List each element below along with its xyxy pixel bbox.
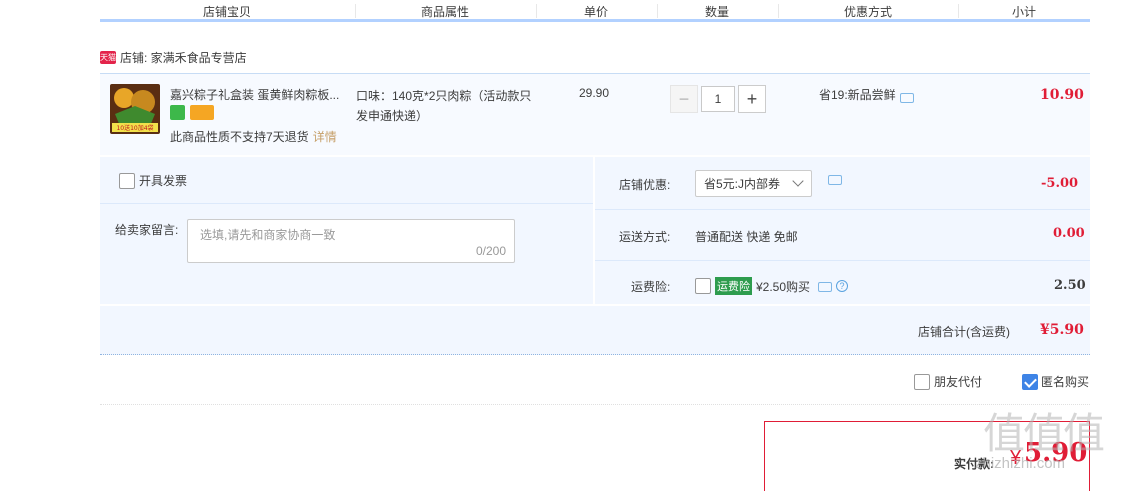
- svg-text:10送10加4袋: 10送10加4袋: [116, 124, 153, 132]
- insurance-option[interactable]: 运费险 ¥2.50购买 ?: [695, 277, 849, 295]
- insurance-amount: 2.50: [1054, 278, 1086, 293]
- quantity-input[interactable]: 1: [701, 86, 735, 112]
- tmall-icon: 天猫: [100, 50, 116, 64]
- message-counter: 0/200: [475, 244, 506, 258]
- shop-discount-amount: -5.00: [1041, 176, 1079, 191]
- col-quantity: 数量: [705, 5, 730, 19]
- unit-price: 29.90: [579, 86, 610, 100]
- watermark-logo: 值值值: [983, 409, 1105, 458]
- message-placeholder: 选填,请先和商家协商一致: [200, 228, 336, 242]
- chevron-down-icon: [792, 175, 804, 187]
- help-icon[interactable]: ?: [836, 280, 849, 292]
- shop-total-label: 店铺合计(含运费): [918, 325, 1010, 339]
- product-title[interactable]: 嘉兴粽子礼盒装 蛋黄鲜肉粽板...: [170, 86, 348, 103]
- return-notice: 此商品性质不支持7天退货 详情: [170, 130, 337, 144]
- increment-button[interactable]: +: [738, 85, 766, 113]
- shop-discount-label: 店铺优惠:: [619, 178, 671, 192]
- watermark-site: zhizhizhi.com: [975, 455, 1066, 472]
- friend-pay-option[interactable]: 朋友代付: [914, 373, 982, 390]
- invoice-option[interactable]: 开具发票: [115, 172, 187, 189]
- item-subtotal: 10.90: [1040, 87, 1084, 103]
- shipping-method: 普通配送 快递 免邮: [695, 230, 798, 244]
- promo-info: 省19:新品尝鲜: [819, 86, 914, 103]
- shop-total-value: ¥5.90: [1040, 322, 1084, 338]
- anonymous-checkbox[interactable]: [1022, 373, 1038, 390]
- anonymous-option[interactable]: 匿名购买: [1022, 373, 1089, 390]
- friend-pay-label: 朋友代付: [934, 375, 983, 389]
- insurance-chat-icon[interactable]: [818, 282, 833, 292]
- coupon-select[interactable]: 省5元:J内部券: [695, 170, 812, 197]
- col-promo: 优惠方式: [844, 5, 893, 19]
- col-price: 单价: [584, 5, 609, 19]
- invoice-label: 开具发票: [139, 174, 188, 188]
- product-property: 口味：140克*2只肉粽（活动款只发申通快递）: [356, 89, 532, 123]
- insurance-tag: 运费险: [715, 277, 752, 295]
- col-property: 商品属性: [421, 5, 470, 19]
- column-header: 店铺宝贝 商品属性 单价 数量 优惠方式 小计: [100, 0, 1090, 22]
- coupon-chat-icon[interactable]: [828, 175, 842, 185]
- seller-message-input[interactable]: 选填,请先和商家协商一致 0/200: [187, 219, 515, 263]
- decrement-button[interactable]: −: [670, 85, 698, 113]
- quantity-stepper: − 1 +: [670, 85, 766, 113]
- card-badge-icon[interactable]: [190, 105, 214, 120]
- insurance-price: ¥2.50购买: [756, 279, 811, 294]
- shop-name[interactable]: 店铺: 家满禾食品专营店: [120, 49, 247, 66]
- anonymous-label: 匿名购买: [1041, 375, 1090, 389]
- friend-pay-checkbox[interactable]: [914, 373, 930, 390]
- insurance-checkbox[interactable]: [695, 278, 711, 294]
- message-label: 给卖家留言:: [115, 223, 179, 237]
- service-badge-icon[interactable]: [170, 105, 185, 120]
- shop-line: 天猫 店铺: 家满禾食品专营店: [100, 49, 247, 65]
- promo-text: 省19:新品尝鲜: [819, 88, 896, 102]
- col-subtotal: 小计: [1012, 5, 1037, 19]
- detail-link[interactable]: 详情: [313, 130, 337, 144]
- insurance-label: 运费险:: [631, 280, 671, 294]
- coupon-value: 省5元:J内部券: [704, 177, 781, 191]
- product-thumbnail[interactable]: 10送10加4袋: [110, 84, 160, 134]
- chat-icon[interactable]: [899, 92, 914, 103]
- divider: [100, 404, 1090, 405]
- col-shop-item: 店铺宝贝: [203, 5, 252, 19]
- invoice-checkbox[interactable]: [119, 172, 135, 189]
- shipping-amount: 0.00: [1053, 226, 1085, 241]
- shipping-label: 运送方式:: [619, 230, 671, 244]
